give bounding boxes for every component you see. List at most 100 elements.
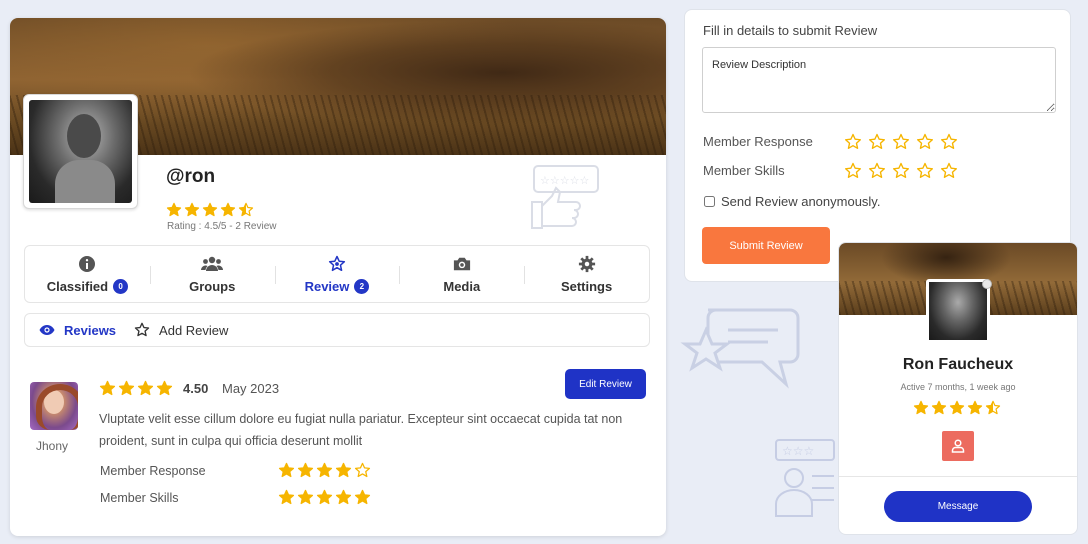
edit-review-button[interactable]: Edit Review (565, 369, 646, 399)
star-filled-icon (202, 202, 218, 218)
svg-text:☆☆☆☆☆: ☆☆☆☆☆ (540, 174, 589, 187)
reviewer-avatar[interactable] (30, 382, 78, 430)
star-empty-icon[interactable] (892, 133, 910, 151)
star-filled-icon (278, 462, 295, 479)
star-empty-icon[interactable] (868, 133, 886, 151)
star-filled-icon (220, 202, 236, 218)
star-filled-icon (335, 462, 352, 479)
profile-rating-text: Rating : 4.5/5 - 2 Review (167, 221, 277, 232)
profile-username: @ron (166, 166, 216, 187)
tab-label: Classified (46, 278, 109, 294)
star-empty-icon[interactable] (916, 133, 934, 151)
user-icon (951, 439, 965, 453)
eye-icon (39, 325, 55, 335)
star-filled-icon (967, 400, 983, 416)
star-outline-icon (328, 255, 346, 271)
star-outline-icon (134, 322, 150, 337)
star-empty-icon[interactable] (916, 162, 934, 180)
star-filled-icon (278, 489, 295, 506)
tab-review[interactable]: Review 2 (274, 246, 400, 302)
tab-count-badge: 2 (354, 278, 370, 294)
star-filled-icon (99, 380, 116, 397)
review-date: May 2023 (222, 381, 280, 396)
subtab-label: Reviews (64, 322, 117, 338)
star-empty-icon (354, 462, 371, 479)
reviewer-name: Jhony (36, 439, 69, 453)
camera-icon (453, 257, 470, 270)
form-rating-label: Member Response (703, 134, 813, 149)
tab-settings[interactable]: Settings (524, 246, 649, 302)
message-button[interactable]: Message (884, 491, 1032, 522)
member-response-star-input[interactable] (844, 133, 961, 151)
tab-label: Settings (560, 278, 613, 294)
profile-avatar[interactable] (23, 94, 138, 209)
member-card: Ron Faucheux Active 7 months, 1 week ago… (838, 242, 1078, 535)
review-score: 4.50 (183, 381, 209, 396)
subtab-reviews[interactable]: Reviews (39, 323, 116, 338)
anonymous-label: Send Review anonymously. (721, 194, 881, 209)
star-empty-icon[interactable] (892, 162, 910, 180)
star-filled-icon (297, 489, 314, 506)
star-empty-icon[interactable] (844, 162, 862, 180)
star-filled-icon (316, 489, 333, 506)
review-subtabs: Reviews Add Review (24, 313, 650, 347)
star-filled-icon (316, 462, 333, 479)
member-avatar[interactable] (926, 279, 990, 343)
anonymous-checkbox[interactable] (704, 196, 715, 207)
star-filled-icon (137, 380, 154, 397)
subtab-label: Add Review (159, 322, 229, 338)
review-text: Vluptate velit esse cillum dolore eu fug… (99, 412, 623, 448)
svg-text:☆☆☆: ☆☆☆ (782, 444, 814, 458)
tab-label: Review (304, 278, 350, 294)
review-metric-label: Member Response (100, 464, 206, 478)
online-status-dot (982, 279, 992, 289)
star-filled-icon (184, 202, 200, 218)
users-icon (201, 256, 224, 271)
submit-review-button[interactable]: Submit Review (702, 227, 830, 264)
review-metric-label: Member Skills (100, 491, 179, 505)
star-half-icon (238, 202, 254, 218)
review-rating-stars (99, 380, 173, 397)
tab-label: Groups (189, 278, 236, 294)
anonymous-option[interactable]: Send Review anonymously. (704, 194, 880, 209)
profile-card: @ron Rating : 4.5/5 - 2 Review ☆☆☆☆☆ Cla… (10, 18, 666, 536)
view-profile-button[interactable] (942, 431, 974, 461)
form-title: Fill in details to submit Review (703, 23, 878, 38)
chat-bubbles-illustration (680, 308, 800, 389)
star-empty-icon[interactable] (868, 162, 886, 180)
star-empty-icon[interactable] (940, 162, 958, 180)
star-half-icon (985, 400, 1001, 416)
star-filled-icon (118, 380, 135, 397)
star-filled-icon (913, 400, 929, 416)
tab-classified[interactable]: Classified 0 (25, 246, 150, 302)
star-filled-icon (156, 380, 173, 397)
star-empty-icon[interactable] (940, 133, 958, 151)
member-name[interactable]: Ron Faucheux (839, 356, 1077, 374)
review-thumbs-up-illustration: ☆☆☆☆☆ (531, 165, 599, 229)
gear-icon (578, 255, 595, 272)
profile-rating-stars (166, 202, 254, 218)
member-skills-star-input[interactable] (844, 162, 961, 180)
review-metric-stars (278, 462, 371, 479)
user-review-illustration: ☆☆☆ (775, 439, 835, 517)
member-rating-stars (913, 400, 1001, 416)
star-filled-icon (354, 489, 371, 506)
review-description-field[interactable] (702, 47, 1056, 113)
star-filled-icon (931, 400, 947, 416)
info-icon (79, 255, 96, 272)
star-filled-icon (297, 462, 314, 479)
star-empty-icon[interactable] (844, 133, 862, 151)
tab-label: Media (443, 278, 481, 294)
member-last-active: Active 7 months, 1 week ago (900, 382, 1016, 392)
tab-count-badge: 0 (113, 278, 129, 294)
divider (839, 476, 1077, 477)
star-filled-icon (335, 489, 352, 506)
tab-media[interactable]: Media (399, 246, 524, 302)
star-filled-icon (949, 400, 965, 416)
review-metric-stars (278, 489, 371, 506)
tab-groups[interactable]: Groups (149, 246, 275, 302)
profile-tabs: Classified 0 Groups Review 2 Media Setti… (24, 245, 650, 303)
star-filled-icon (166, 202, 182, 218)
subtab-add-review[interactable]: Add Review (134, 322, 228, 338)
form-rating-label: Member Skills (703, 163, 785, 178)
